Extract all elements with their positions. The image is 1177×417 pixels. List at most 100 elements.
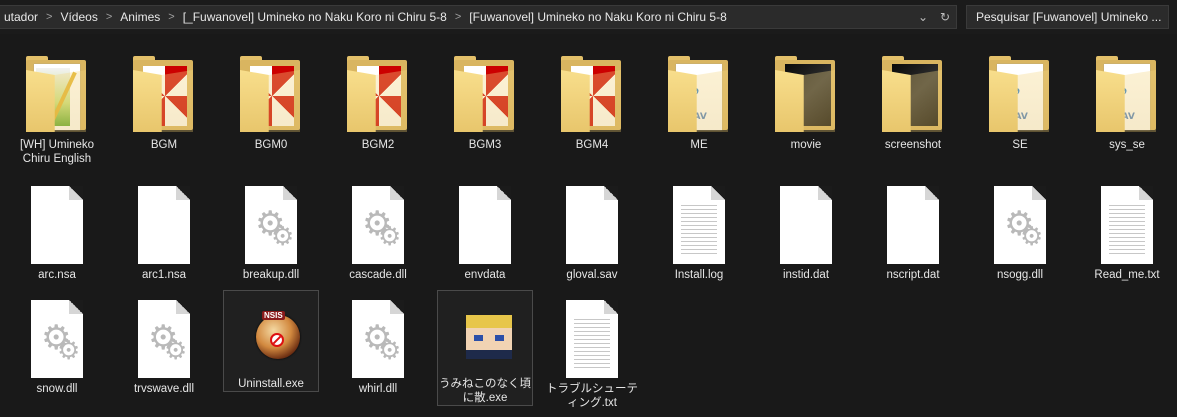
item-label: SE <box>1012 139 1028 151</box>
folder-item[interactable]: BGM <box>116 52 212 152</box>
breadcrumb-item[interactable]: [Fuwanovel] Umineko no Naku Koro ni Chir… <box>465 10 730 24</box>
item-label: arc.nsa <box>38 269 76 281</box>
character-portrait-icon <box>466 315 512 359</box>
item-label: arc1.nsa <box>141 269 187 281</box>
item-label: BGM3 <box>468 139 502 151</box>
file-item[interactable]: arc.nsa <box>9 182 105 282</box>
item-icon: ♪WAV <box>1092 56 1162 134</box>
breadcrumb-label[interactable]: [Fuwanovel] Umineko no Naku Koro ni Chir… <box>465 10 730 24</box>
item-icon <box>557 186 627 264</box>
search-input[interactable]: Pesquisar [Fuwanovel] Umineko ... <box>966 5 1169 29</box>
file-grid: [WH] Umineko Chiru English BGM BGM0 BGM2 BGM… <box>0 34 1177 417</box>
folder-item[interactable]: ♪WAV SE <box>972 52 1068 152</box>
breadcrumb-item[interactable]: utador <box>0 10 42 24</box>
file-item[interactable]: うみねこのなく頃に散.exe <box>437 290 533 406</box>
item-label: Uninstall.exe <box>238 378 304 390</box>
item-icon <box>236 56 306 134</box>
gear-icon: ⚙ <box>1020 222 1044 252</box>
file-item[interactable]: envdata <box>437 182 533 282</box>
file-item[interactable]: ⚙ ⚙ cascade.dll <box>330 182 426 282</box>
item-label: gloval.sav <box>566 269 618 281</box>
breadcrumb-label[interactable]: utador <box>0 10 42 24</box>
gear-icon: ⚙ <box>378 336 402 366</box>
history-dropdown-icon[interactable]: ⌄ <box>912 10 934 24</box>
item-label: Install.log <box>674 269 724 281</box>
gear-icon: ⚙ <box>378 222 402 252</box>
item-icon <box>450 56 520 134</box>
item-icon <box>22 186 92 264</box>
breadcrumb-separator-icon[interactable]: > <box>164 11 178 23</box>
file-icon <box>887 186 939 264</box>
breadcrumb-item[interactable]: Vídeos <box>56 10 101 24</box>
folder-item[interactable]: ♪WAV sys_se <box>1079 52 1175 152</box>
item-label: nscript.dat <box>886 269 940 281</box>
file-item[interactable]: nscript.dat <box>865 182 961 282</box>
navigation-bar: utador > Vídeos > Animes > [_Fuwanovel] … <box>0 0 1177 34</box>
dll-file-icon: ⚙ ⚙ <box>352 186 404 264</box>
folder-item[interactable]: ♪WAV ME <box>651 52 747 152</box>
breadcrumb-label[interactable]: [_Fuwanovel] Umineko no Naku Koro ni Chi… <box>179 10 451 24</box>
breadcrumb-separator-icon[interactable]: > <box>451 11 465 23</box>
file-item[interactable]: ⚙ ⚙ breakup.dll <box>223 182 319 282</box>
item-icon <box>878 56 948 134</box>
item-icon <box>129 56 199 134</box>
file-item[interactable]: gloval.sav <box>544 182 640 282</box>
file-item[interactable]: Read_me.txt <box>1079 182 1175 282</box>
text-file-icon <box>1101 186 1153 264</box>
breadcrumb-separator-icon[interactable]: > <box>42 11 56 23</box>
item-icon <box>664 186 734 264</box>
file-item[interactable]: トラブルシューティング.txt <box>544 296 640 410</box>
file-item[interactable]: ⚙ ⚙ whirl.dll <box>330 296 426 396</box>
gear-icon: ⚙ <box>57 336 81 366</box>
folder-item[interactable]: BGM2 <box>330 52 426 152</box>
file-item[interactable]: arc1.nsa <box>116 182 212 282</box>
refresh-icon[interactable]: ↻ <box>934 10 956 24</box>
file-icon <box>31 186 83 264</box>
item-label: breakup.dll <box>242 269 300 281</box>
item-icon: ⚙ ⚙ <box>343 300 413 378</box>
item-icon: ♪WAV <box>985 56 1055 134</box>
item-label: sys_se <box>1109 139 1145 151</box>
breadcrumb-label[interactable]: Animes <box>116 10 164 24</box>
file-icon <box>459 186 511 264</box>
file-item[interactable]: NSIS Uninstall.exe <box>223 290 319 392</box>
breadcrumb-item[interactable]: [_Fuwanovel] Umineko no Naku Koro ni Chi… <box>179 10 451 24</box>
file-item[interactable]: ⚙ ⚙ trvswave.dll <box>116 296 212 396</box>
item-icon: ⚙ ⚙ <box>343 186 413 264</box>
item-label: trvswave.dll <box>133 383 195 395</box>
file-item[interactable]: Install.log <box>651 182 747 282</box>
folder-item[interactable]: [WH] Umineko Chiru English <box>9 52 105 166</box>
file-icon <box>138 186 190 264</box>
folder-item[interactable]: BGM0 <box>223 52 319 152</box>
folder-item[interactable]: movie <box>758 52 854 152</box>
breadcrumb-label[interactable]: Vídeos <box>56 10 101 24</box>
dll-file-icon: ⚙ ⚙ <box>138 300 190 378</box>
breadcrumb-separator-icon[interactable]: > <box>102 11 116 23</box>
file-item[interactable]: ⚙ ⚙ nsogg.dll <box>972 182 1068 282</box>
item-icon <box>343 56 413 134</box>
item-label: BGM0 <box>254 139 288 151</box>
item-label: cascade.dll <box>349 269 407 281</box>
text-file-icon <box>673 186 725 264</box>
item-icon <box>22 56 92 134</box>
folder-item[interactable]: BGM4 <box>544 52 640 152</box>
address-bar[interactable]: utador > Vídeos > Animes > [_Fuwanovel] … <box>0 5 957 29</box>
file-icon <box>780 186 832 264</box>
item-label: ME <box>690 139 708 151</box>
item-label: Read_me.txt <box>1094 269 1160 281</box>
text-file-icon <box>566 300 618 378</box>
file-item[interactable]: instid.dat <box>758 182 854 282</box>
dll-file-icon: ⚙ ⚙ <box>994 186 1046 264</box>
item-label: トラブルシューティング.txt <box>546 383 638 409</box>
gear-icon: ⚙ <box>164 336 188 366</box>
item-label: screenshot <box>884 139 942 151</box>
address-bar-buttons: ⌄ ↻ <box>912 6 956 28</box>
folder-item[interactable]: screenshot <box>865 52 961 152</box>
folder-item[interactable]: BGM3 <box>437 52 533 152</box>
file-item[interactable]: ⚙ ⚙ snow.dll <box>9 296 105 396</box>
breadcrumb-item[interactable]: Animes <box>116 10 164 24</box>
item-icon: NSIS <box>236 295 306 373</box>
item-label: whirl.dll <box>358 383 398 395</box>
item-label: instid.dat <box>782 269 830 281</box>
item-label: BGM <box>150 139 178 151</box>
